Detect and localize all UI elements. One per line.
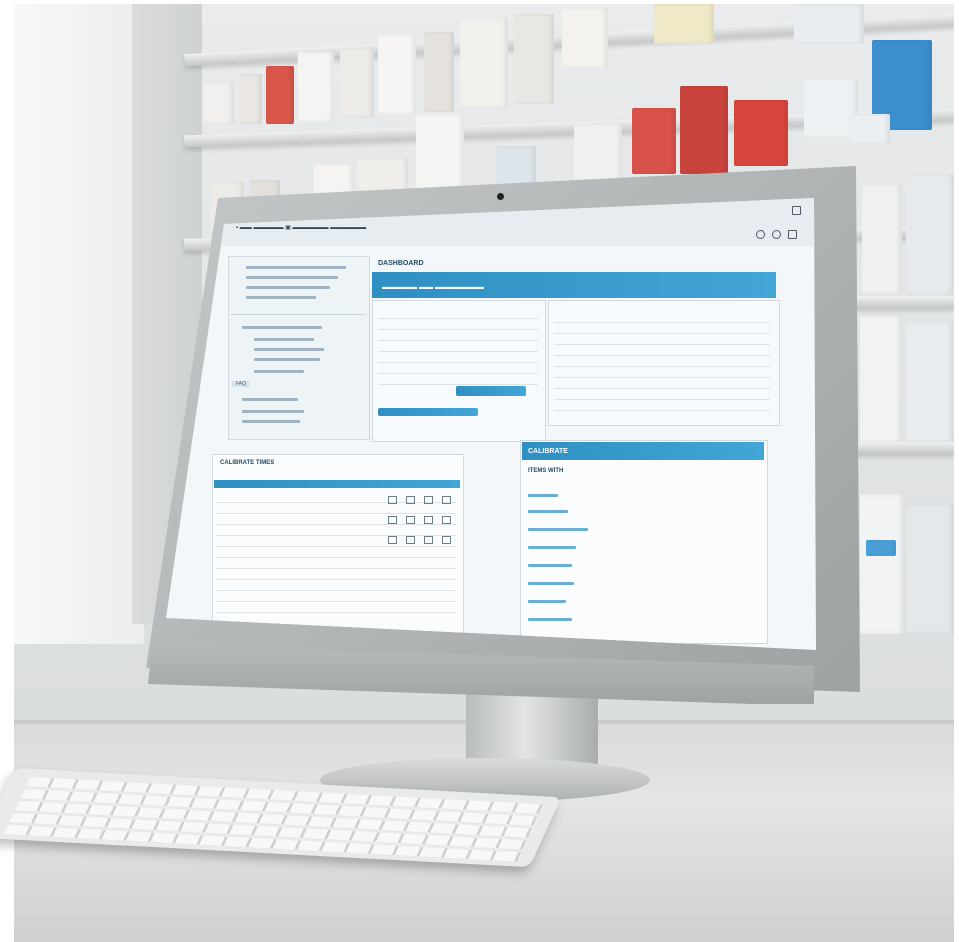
medicine-box xyxy=(734,100,788,166)
window-icons[interactable] xyxy=(756,230,765,239)
sidebar-line xyxy=(254,358,320,361)
medicine-box xyxy=(378,34,416,114)
dashboard-title: DASHBOARD xyxy=(378,260,424,267)
medicine-box xyxy=(860,494,904,634)
medicine-box xyxy=(654,4,714,44)
primary-button[interactable] xyxy=(456,386,526,396)
medicine-box xyxy=(574,124,622,184)
medicine-box xyxy=(906,322,954,442)
bottom-table-header xyxy=(214,480,460,488)
medicine-box xyxy=(680,86,728,174)
sidebar-line xyxy=(254,338,314,341)
link-line[interactable] xyxy=(528,510,568,513)
link-line[interactable] xyxy=(528,546,576,549)
right-panel-title: CALIBRATE xyxy=(528,448,568,455)
monitor-screen: ▪ ▬▬ ▬▬▬▬▬ ▣ ▬▬▬▬▬▬ ▬▬▬▬▬▬ FAQ DASHBOARD… xyxy=(166,198,816,650)
checkbox[interactable] xyxy=(442,496,451,504)
window-icons[interactable] xyxy=(792,206,801,215)
sidebar-line xyxy=(254,348,324,351)
right-panel-subtitle: ITEMS WITH xyxy=(528,468,564,474)
bright-window xyxy=(14,4,144,644)
progress-bar xyxy=(378,408,478,416)
sidebar-line xyxy=(254,370,304,373)
link-line[interactable] xyxy=(528,494,558,497)
medicine-box xyxy=(562,8,608,68)
medicine-box xyxy=(298,52,334,122)
medicine-box xyxy=(632,108,676,174)
sidebar-divider xyxy=(230,314,366,315)
checkbox[interactable] xyxy=(406,516,415,524)
checkbox[interactable] xyxy=(442,516,451,524)
bottom-table-rows xyxy=(216,492,456,622)
menu-text[interactable]: ▪ ▬▬ ▬▬▬▬▬ ▣ ▬▬▬▬▬▬ ▬▬▬▬▬▬ xyxy=(236,224,366,231)
medicine-box xyxy=(204,82,234,124)
sidebar-line xyxy=(242,420,300,423)
medicine-box xyxy=(240,74,262,124)
checkbox[interactable] xyxy=(406,496,415,504)
medicine-box xyxy=(906,504,954,634)
checkbox[interactable] xyxy=(406,536,415,544)
sidebar-line xyxy=(242,410,304,413)
medicine-box xyxy=(460,18,508,108)
sidebar-line xyxy=(246,286,330,289)
medicine-box xyxy=(850,114,890,144)
link-line[interactable] xyxy=(528,600,566,603)
link-line[interactable] xyxy=(528,618,572,621)
sidebar-line xyxy=(242,398,298,401)
medicine-box xyxy=(860,316,902,442)
checkbox[interactable] xyxy=(424,516,433,524)
medicine-box xyxy=(266,66,294,124)
medicine-box xyxy=(424,32,454,112)
link-line[interactable] xyxy=(528,582,574,585)
window-icons[interactable] xyxy=(772,230,781,239)
checkbox[interactable] xyxy=(388,536,397,544)
sidebar-help-tag[interactable]: FAQ xyxy=(232,381,251,387)
checkbox[interactable] xyxy=(388,516,397,524)
medicine-box xyxy=(340,48,374,118)
window-icons[interactable] xyxy=(788,230,797,239)
medicine-box xyxy=(862,184,902,294)
checkbox[interactable] xyxy=(424,536,433,544)
checkbox[interactable] xyxy=(442,536,451,544)
camera-icon xyxy=(497,193,504,200)
medicine-box xyxy=(866,540,896,556)
sidebar-line xyxy=(246,296,316,299)
link-line[interactable] xyxy=(528,528,588,531)
checkbox[interactable] xyxy=(424,496,433,504)
sidebar-line xyxy=(246,276,338,279)
form-rows xyxy=(378,308,538,388)
link-line[interactable] xyxy=(528,564,572,567)
medicine-box xyxy=(514,14,554,104)
pharmacy-office-photo: ▪ ▬▬ ▬▬▬▬▬ ▣ ▬▬▬▬▬▬ ▬▬▬▬▬▬ FAQ DASHBOARD… xyxy=(0,0,959,942)
table-rows xyxy=(554,312,770,416)
sidebar-line xyxy=(246,266,346,269)
dashboard-band-text: ▬▬▬▬▬ ▬▬ ▬▬▬▬▬▬▬ xyxy=(382,284,484,291)
bottom-section-title: CALIBRATE TIMES xyxy=(220,460,275,466)
checkbox[interactable] xyxy=(388,496,397,504)
sidebar-line xyxy=(242,326,322,329)
medicine-box xyxy=(794,4,864,44)
medicine-box xyxy=(906,174,954,294)
